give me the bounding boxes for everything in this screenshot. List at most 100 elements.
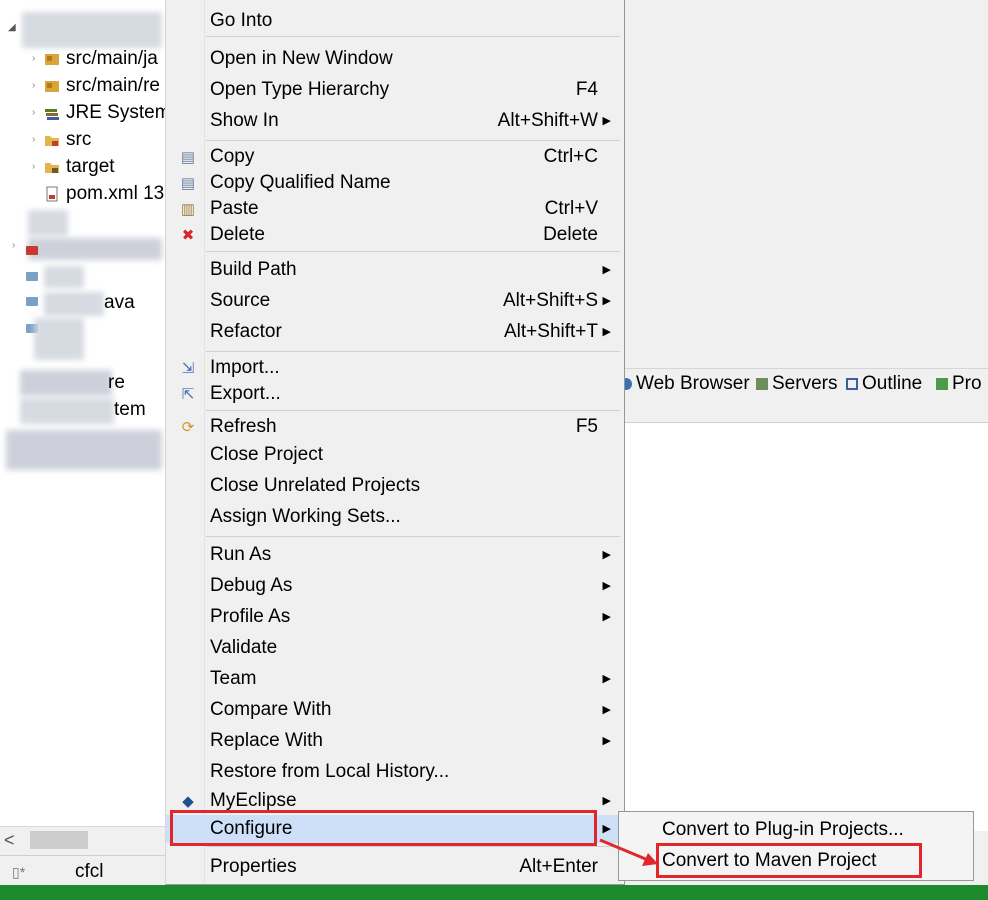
menu-item-label: Copy: [210, 146, 255, 167]
tab-label: Servers: [772, 373, 838, 394]
menu-item-source[interactable]: Source Alt+Shift+S ▶: [166, 287, 624, 315]
context-menu: Go Into Open in New Window Open Type Hiera…: [165, 0, 625, 885]
menu-item-label: Source: [210, 290, 271, 311]
menu-item-label: Compare With: [210, 699, 332, 720]
menu-item-team[interactable]: Team ▶: [166, 665, 624, 693]
menu-item-profile-as[interactable]: Profile As ▶: [166, 603, 624, 631]
menu-item-refresh[interactable]: ⟳ Refresh F5: [166, 413, 624, 441]
menu-item-assign-working-sets[interactable]: Assign Working Sets...: [166, 503, 624, 531]
menu-item-run-as[interactable]: Run As ▶: [166, 541, 624, 569]
menu-item-open-in-new-window[interactable]: Open in New Window: [166, 45, 624, 73]
menu-item-compare-with[interactable]: Compare With ▶: [166, 696, 624, 724]
scroll-left-arrow-icon[interactable]: <: [4, 827, 15, 853]
menu-item-label: Refresh: [210, 416, 277, 437]
menu-item-build-path[interactable]: Build Path ▶: [166, 256, 624, 284]
tree-label-fragment: re: [108, 372, 125, 393]
menu-item-label: Build Path: [210, 259, 297, 280]
menu-item-show-in[interactable]: Show In Alt+Shift+W ▶: [166, 107, 624, 135]
view-tab-bar: Web Browser Servers Outline Pro: [624, 368, 988, 400]
menu-item-label: Replace With: [210, 730, 323, 751]
menu-item-label: Convert to Maven Project: [662, 850, 877, 871]
menu-item-restore-from-local-history[interactable]: Restore from Local History...: [166, 758, 624, 786]
project-icon: [26, 246, 38, 255]
editor-area: [624, 0, 988, 368]
menu-item-label: Team: [210, 668, 257, 689]
menu-item-export[interactable]: ⇱ Export...: [166, 380, 624, 408]
menu-item-close-project[interactable]: Close Project: [166, 441, 624, 469]
tree-item-src-main-resources[interactable]: › src/main/re: [0, 73, 165, 99]
submenu-arrow-icon: ▶: [602, 673, 611, 685]
tree-item-target[interactable]: › target: [0, 154, 165, 180]
scrollbar-thumb[interactable]: [30, 831, 88, 849]
convert-to-maven-project-item[interactable]: Convert to Maven Project: [619, 846, 973, 876]
menu-item-copy[interactable]: ▤ Copy Ctrl+C: [166, 143, 624, 171]
menu-item-label: Open Type Hierarchy: [210, 79, 390, 100]
expand-arrow-icon[interactable]: ›: [32, 127, 35, 153]
menu-item-import[interactable]: ⇲ Import...: [166, 354, 624, 382]
tree-item-src-main-java[interactable]: › src/main/ja: [0, 46, 165, 72]
menu-item-shortcut: Ctrl+V: [544, 198, 598, 219]
menu-item-go-into[interactable]: Go Into: [166, 7, 624, 35]
tree-item-label: JRE System: [66, 102, 165, 123]
menu-item-label: Convert to Plug-in Projects...: [662, 819, 904, 840]
submenu-arrow-icon: ▶: [602, 735, 611, 747]
expand-arrow-icon[interactable]: ›: [32, 73, 35, 99]
menu-item-validate[interactable]: Validate: [166, 634, 624, 662]
menu-item-label: Delete: [210, 224, 265, 245]
menu-item-close-unrelated-projects[interactable]: Close Unrelated Projects: [166, 472, 624, 500]
tab-servers[interactable]: Servers: [756, 369, 837, 399]
menu-separator: [206, 536, 620, 537]
submenu-arrow-icon: ▶: [602, 549, 611, 561]
menu-item-shortcut: Alt+Shift+T: [504, 321, 598, 342]
menu-item-shortcut: F5: [575, 416, 598, 437]
expand-arrow-icon[interactable]: ›: [32, 46, 35, 72]
tab-label: Web Browser: [636, 373, 750, 394]
menu-item-copy-qualified-name[interactable]: ▤ Copy Qualified Name: [166, 169, 624, 197]
configure-submenu: Convert to Plug-in Projects... Convert t…: [618, 811, 974, 881]
menu-item-paste[interactable]: ▥ Paste Ctrl+V: [166, 195, 624, 223]
tab-outline[interactable]: Outline: [846, 369, 922, 399]
blurred-row: [20, 370, 112, 396]
menu-item-properties[interactable]: Properties Alt+Enter: [166, 853, 624, 881]
menu-item-delete[interactable]: ✖ Delete Delete: [166, 221, 624, 249]
menu-item-shortcut: Alt+Enter: [519, 856, 598, 877]
blurred-row: [34, 318, 84, 360]
horizontal-scrollbar[interactable]: <: [0, 826, 165, 853]
menu-separator: [206, 140, 620, 141]
menu-separator: [206, 251, 620, 252]
menu-item-myeclipse[interactable]: ◆ MyEclipse ▶: [166, 787, 624, 815]
menu-item-label: Profile As: [210, 606, 291, 627]
folder-icon: [26, 272, 38, 281]
menu-item-label: Close Unrelated Projects: [210, 475, 421, 496]
convert-to-plugin-projects-item[interactable]: Convert to Plug-in Projects...: [619, 815, 973, 845]
menu-item-debug-as[interactable]: Debug As ▶: [166, 572, 624, 600]
menu-item-refactor[interactable]: Refactor Alt+Shift+T ▶: [166, 318, 624, 346]
submenu-arrow-icon: ▶: [602, 295, 611, 307]
expand-arrow-icon[interactable]: ›: [32, 100, 35, 126]
collapse-arrow-icon[interactable]: ◢: [8, 22, 16, 33]
library-icon: [45, 109, 59, 120]
menu-item-configure[interactable]: Configure ▶: [166, 815, 624, 843]
menu-separator: [206, 36, 620, 37]
menu-item-shortcut: Alt+Shift+S: [502, 290, 598, 311]
menu-item-shortcut: Alt+Shift+W: [497, 110, 598, 131]
menu-item-shortcut: F4: [575, 79, 598, 100]
annotation-arrow-icon: [599, 838, 658, 866]
menu-item-replace-with[interactable]: Replace With ▶: [166, 727, 624, 755]
tree-item-label: pom.xml 13: [66, 183, 165, 204]
servers-icon: [756, 378, 768, 390]
folder-icon: [26, 297, 38, 306]
tree-item-jre-system-library[interactable]: › JRE System: [0, 100, 165, 126]
menu-item-open-type-hierarchy[interactable]: Open Type Hierarchy F4: [166, 76, 624, 104]
expand-arrow-icon[interactable]: ›: [12, 240, 15, 251]
refresh-icon: ⟳: [181, 419, 195, 436]
blurred-row: [6, 430, 162, 470]
expand-arrow-icon[interactable]: ›: [32, 154, 35, 180]
menu-item-label: Open in New Window: [210, 48, 393, 69]
tree-item-src[interactable]: › src: [0, 127, 165, 153]
import-icon: ⇲: [181, 360, 195, 377]
tree-item-pom-xml[interactable]: pom.xml 13: [0, 181, 165, 207]
tab-web-browser[interactable]: Web Browser: [624, 369, 750, 399]
blurred-project-root: [22, 12, 162, 48]
tab-problems[interactable]: Pro: [936, 369, 982, 399]
